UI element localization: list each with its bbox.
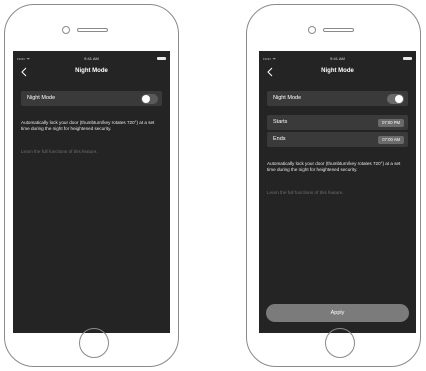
home-button[interactable] <box>325 328 355 358</box>
toggle-knob <box>142 94 150 103</box>
night-mode-row: Night Mode <box>267 91 408 106</box>
starts-row[interactable]: Starts 07:00 PM <box>267 115 408 130</box>
ends-label: Ends <box>273 136 286 142</box>
learn-more-link[interactable]: Learn the full functions of this feature… <box>267 190 344 195</box>
status-bar: ••••• ᯤ 9:41 AM <box>263 55 412 63</box>
night-mode-row: Night Mode <box>21 91 162 106</box>
description-text: Automatically lock your door (thumbturn/… <box>21 120 155 131</box>
speaker-grille <box>323 28 354 32</box>
battery-icon <box>157 57 166 60</box>
status-bar: ••••• ᯤ 9:41 AM <box>17 55 166 63</box>
description-text: Automatically lock your door (thumbturn/… <box>267 161 401 172</box>
status-time: 9:41 AM <box>330 56 345 61</box>
home-button[interactable] <box>79 328 109 358</box>
camera-icon <box>308 26 316 34</box>
starts-label: Starts <box>273 119 288 125</box>
page-title: Night Mode <box>75 68 108 74</box>
night-mode-toggle[interactable] <box>387 93 404 104</box>
phone-frame-left: ••••• ᯤ 9:41 AM Night Mode Night Mode Au… <box>4 4 179 367</box>
speaker-grille <box>77 28 108 32</box>
learn-more-link[interactable]: Learn the full functions of this feature… <box>21 149 98 154</box>
starts-time-value[interactable]: 07:00 PM <box>378 118 404 127</box>
phone-frame-right: ••••• ᯤ 9:41 AM Night Mode Night Mode St… <box>246 4 421 367</box>
screen-night-mode-off: ••••• ᯤ 9:41 AM Night Mode Night Mode Au… <box>13 51 170 333</box>
nav-bar: Night Mode <box>259 64 416 80</box>
night-mode-toggle[interactable] <box>141 93 158 104</box>
night-mode-label: Night Mode <box>273 95 302 101</box>
apply-button[interactable]: Apply <box>266 304 409 322</box>
page-title: Night Mode <box>321 68 354 74</box>
screen-night-mode-on: ••••• ᯤ 9:41 AM Night Mode Night Mode St… <box>259 51 416 333</box>
battery-icon <box>403 57 412 60</box>
camera-icon <box>62 26 70 34</box>
ends-time-value[interactable]: 07:00 AM <box>378 135 404 144</box>
nav-bar: Night Mode <box>13 64 170 80</box>
night-mode-label: Night Mode <box>27 95 56 101</box>
ends-row[interactable]: Ends 07:00 AM <box>267 132 408 147</box>
status-time: 9:41 AM <box>84 56 99 61</box>
toggle-knob <box>395 94 403 103</box>
